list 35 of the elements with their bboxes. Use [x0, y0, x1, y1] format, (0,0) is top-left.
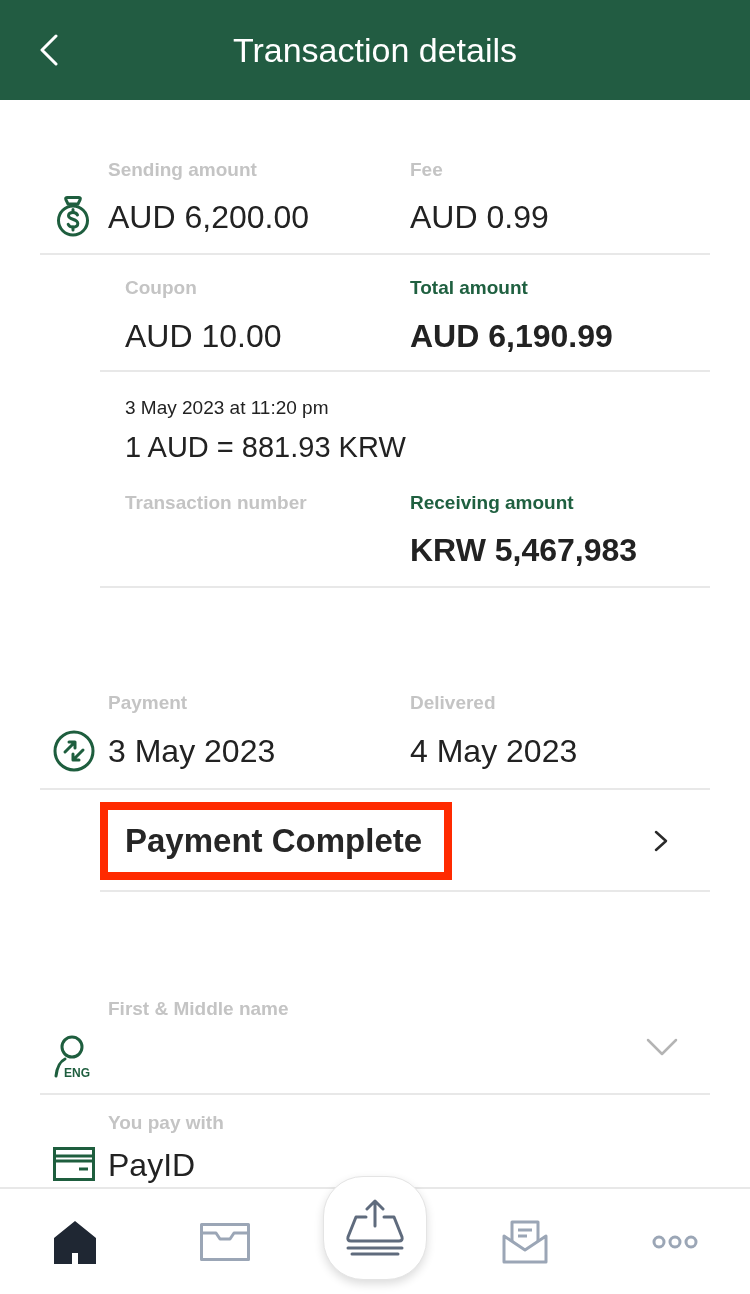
- status-details-button[interactable]: [654, 830, 668, 852]
- name-field-label: First & Middle name: [108, 997, 289, 1021]
- exchange-rate: 1 AUD = 881.93 KRW: [125, 430, 406, 465]
- sending-amount-label: Sending amount: [108, 158, 257, 182]
- sending-amount-value: AUD 6,200.00: [108, 198, 309, 237]
- payment-status: Payment Complete: [100, 802, 453, 880]
- screen-title: Transaction details: [231, 30, 519, 70]
- receiving-amount-value: KRW 5,467,983: [410, 531, 638, 570]
- rate-timestamp: 3 May 2023 at 11:20 pm: [125, 396, 329, 420]
- home-icon: [53, 1219, 97, 1264]
- total-amount-value: AUD 6,190.99: [410, 317, 613, 356]
- receiving-amount-label: Receiving amount: [410, 491, 574, 515]
- payment-date-value: 3 May 2023: [108, 732, 276, 771]
- transaction-number-label: Transaction number: [125, 491, 307, 515]
- payment-method-value: PayID: [108, 1147, 196, 1183]
- send-button[interactable]: [323, 1175, 427, 1280]
- fee-value: AUD 0.99: [410, 198, 549, 237]
- delivered-date-label: Delivered: [410, 691, 496, 715]
- fee-label: Fee: [410, 158, 443, 182]
- delivered-date-value: 4 May 2023: [410, 732, 578, 771]
- card-icon: [53, 1147, 95, 1181]
- chevron-right-icon: [654, 830, 668, 852]
- upload-tray-icon: [344, 1198, 406, 1257]
- envelope-letter-icon: [502, 1219, 548, 1264]
- more-icon: [652, 1234, 698, 1249]
- exchange-arrows-icon: [53, 730, 95, 772]
- home-tab[interactable]: [53, 1219, 97, 1264]
- back-chevron-icon: [40, 34, 58, 66]
- back-button[interactable]: [40, 33, 60, 67]
- tray-icon: [200, 1222, 250, 1261]
- payment-date-label: Payment: [108, 691, 188, 715]
- coupon-label: Coupon: [125, 276, 197, 300]
- total-amount-label: Total amount: [410, 276, 528, 300]
- coupon-value: AUD 10.00: [125, 317, 282, 356]
- payment-method-label: You pay with: [108, 1111, 224, 1135]
